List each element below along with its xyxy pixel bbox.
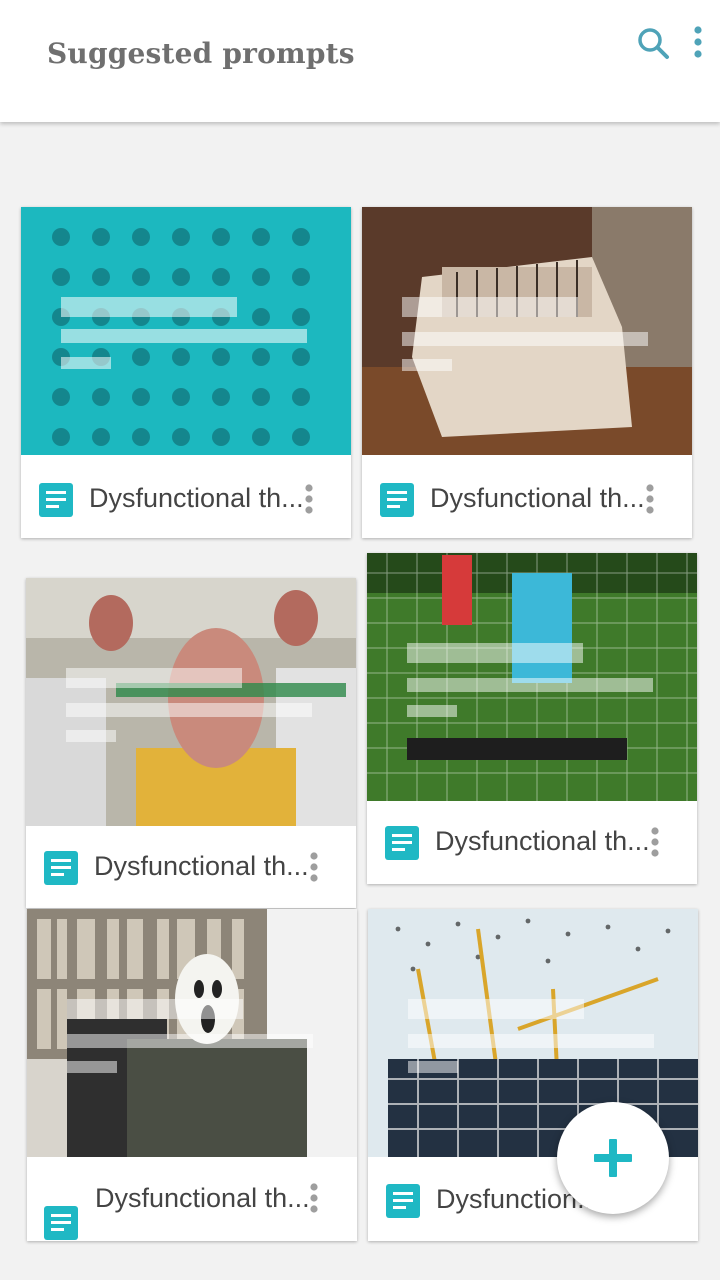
search-icon[interactable] (634, 24, 674, 64)
document-icon (44, 851, 78, 885)
plus-icon (594, 1139, 632, 1177)
card-thumbnail (26, 578, 356, 826)
prompt-card[interactable]: Dysfunctional th... (27, 909, 357, 1241)
page-title: Suggested prompts (47, 37, 355, 70)
card-thumbnail (362, 207, 692, 455)
prompt-card[interactable]: Dysfunctional th... (367, 553, 697, 884)
card-overflow-menu-icon[interactable] (643, 482, 657, 518)
document-icon (39, 483, 73, 517)
document-icon (385, 826, 419, 860)
card-title: Dysfunctional th... (435, 826, 650, 856)
card-thumbnail (367, 553, 697, 801)
card-thumbnail (21, 207, 351, 455)
card-title: Dysfunctional th... (94, 851, 309, 881)
document-icon (380, 483, 414, 517)
card-overflow-menu-icon[interactable] (307, 850, 321, 886)
document-icon (44, 1206, 78, 1240)
app-bar: Suggested prompts (0, 0, 720, 122)
prompt-card[interactable]: Dysfunctional th... (21, 207, 351, 538)
card-title: Dysfunctional th... (89, 483, 304, 513)
document-icon (386, 1184, 420, 1218)
card-overflow-menu-icon[interactable] (302, 482, 316, 518)
add-prompt-button[interactable] (557, 1102, 669, 1214)
card-overflow-menu-icon[interactable] (307, 1181, 321, 1217)
more-vert-icon[interactable] (688, 22, 708, 66)
prompt-card[interactable]: Dysfunctional th... (26, 578, 356, 908)
card-overflow-menu-icon[interactable] (648, 825, 662, 861)
card-title: Dysfunctional th... (95, 1183, 310, 1213)
card-title: Dysfunctional th... (430, 483, 645, 513)
card-thumbnail (27, 909, 357, 1157)
prompt-card[interactable]: Dysfunctional th... (362, 207, 692, 538)
